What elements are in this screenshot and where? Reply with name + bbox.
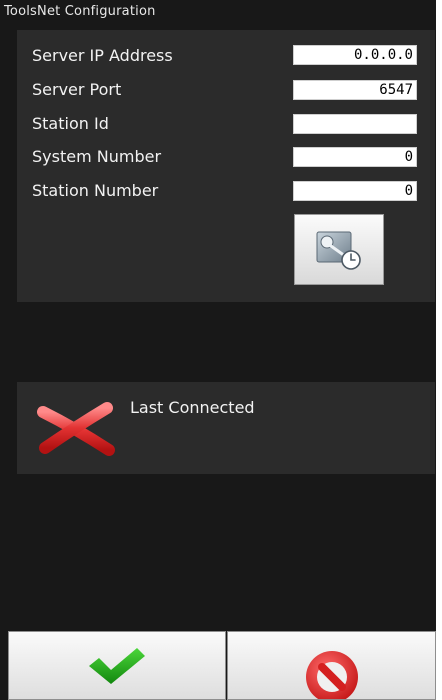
server-port-label: Server Port (32, 80, 122, 99)
station-id-label: Station Id (32, 114, 109, 133)
station-number-field[interactable] (293, 181, 417, 201)
footer-bar (8, 631, 436, 700)
station-id-field[interactable] (293, 114, 417, 134)
station-number-label: Station Number (32, 181, 159, 200)
ok-button[interactable] (8, 631, 226, 700)
connection-status-panel: Last Connected (17, 382, 435, 474)
red-x-icon (37, 402, 115, 456)
server-ip-field[interactable] (293, 45, 417, 65)
last-connected-label: Last Connected (130, 398, 255, 417)
server-ip-label: Server IP Address (32, 46, 173, 65)
server-port-field[interactable] (293, 80, 417, 100)
system-number-label: System Number (32, 147, 162, 166)
red-no-icon (305, 650, 358, 699)
window-title: ToolsNet Configuration (4, 4, 156, 19)
green-checkmark-icon (89, 647, 145, 684)
cancel-button[interactable] (227, 631, 436, 700)
time-sync-button[interactable] (294, 214, 384, 285)
system-number-field[interactable] (293, 147, 417, 167)
toolsnet-config-window: ToolsNet Configuration Server IP Address… (0, 0, 436, 700)
time-sync-icon (316, 231, 361, 270)
server-config-panel: Server IP Address Server Port Station Id… (17, 30, 435, 302)
